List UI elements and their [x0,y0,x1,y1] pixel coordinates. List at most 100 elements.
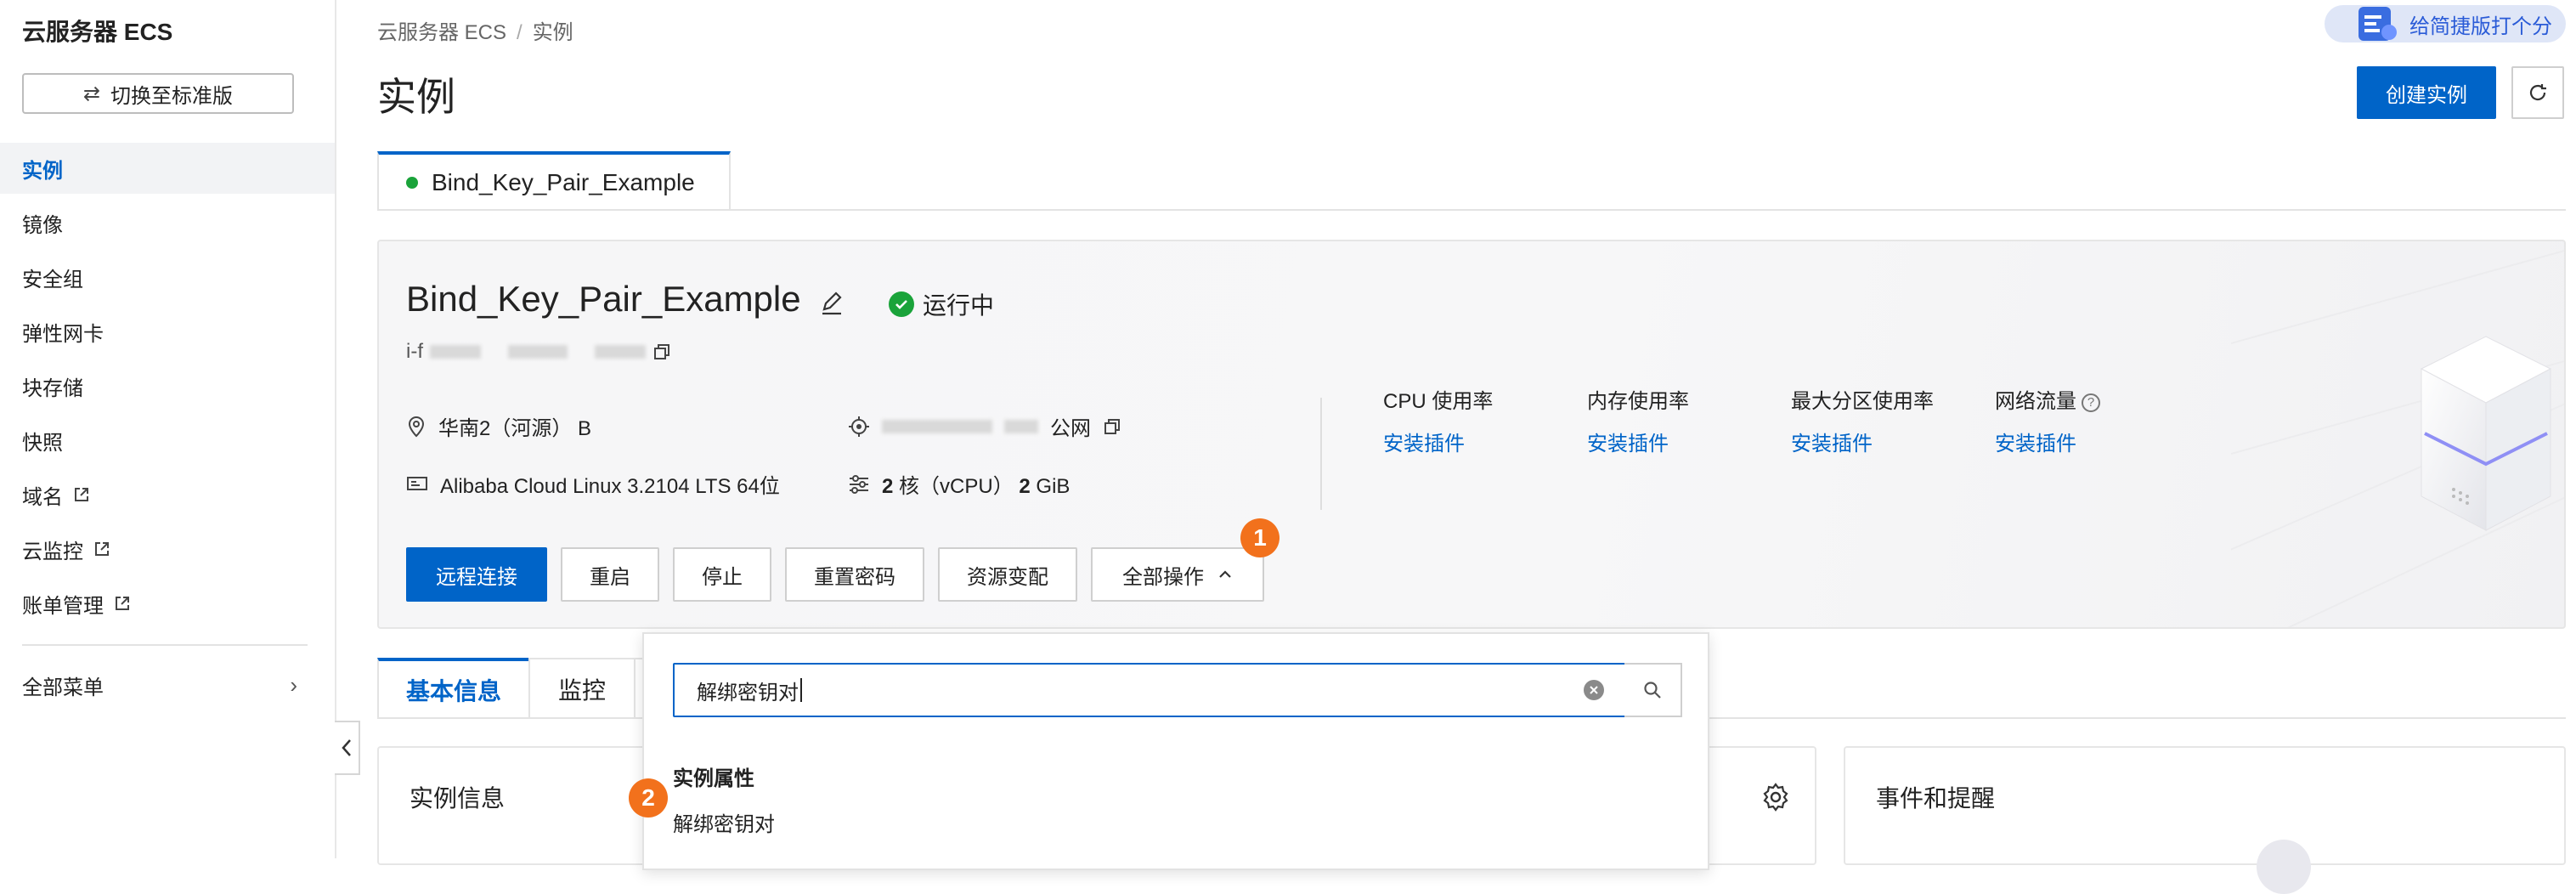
unbind-keypair-option[interactable]: 解绑密钥对 [673,807,775,837]
swap-icon: ⇄ [82,82,101,105]
region-info: 华南2（河源） B [406,411,591,441]
metric-network-text: 网络流量 [1995,390,2076,413]
target-icon [849,416,869,437]
external-link-icon [95,542,109,556]
clear-icon[interactable] [1584,680,1604,700]
spec-core-unit: 核（vCPU） [899,475,1014,498]
metric-cpu-label: CPU 使用率 [1383,390,1494,413]
sidebar-item-label: 实例 [22,159,63,183]
empty-state-icon [2257,840,2311,894]
resize-button[interactable]: 资源变配 [938,547,1077,602]
sidebar-divider [22,644,308,646]
operation-search-input[interactable]: 解绑密钥对 [673,663,1626,717]
refresh-button[interactable] [2511,66,2564,119]
breadcrumb-item-ecs[interactable]: 云服务器 ECS [377,21,506,44]
switch-edition-label: 切换至标准版 [110,84,234,108]
sidebar-item-block-storage[interactable]: 块存储 [0,360,335,411]
all-operations-button[interactable]: 全部操作 [1091,547,1264,602]
sidebar-item-domain[interactable]: 域名 [0,469,335,520]
operation-search-value: 解绑密钥对 [697,681,799,704]
sidebar-item-label: 账单管理 [22,594,104,618]
sidebar-item-label: 安全组 [22,268,83,291]
sidebar-collapse-button[interactable] [335,721,360,775]
spec-memory: 2 [1019,475,1031,498]
tab-basic-info[interactable]: 基本信息 [377,658,530,719]
sidebar-item-eni[interactable]: 弹性网卡 [0,306,335,357]
metric-partition-label: 最大分区使用率 [1791,390,1934,413]
instance-card: Bind_Key_Pair_Example 运行中 i-f 华南2（河源） B … [377,240,2566,629]
os-info: Alibaba Cloud Linux 3.2104 LTS 64位 [406,469,780,499]
install-plugin-memory-link[interactable]: 安装插件 [1587,427,1669,456]
search-button[interactable] [1624,663,1682,717]
server-illustration-icon [2231,250,2564,627]
chevron-up-icon [1219,570,1231,578]
ip-info: 公网 [848,411,1121,441]
spec-memory-unit: GiB [1036,475,1071,498]
operations-dropdown: 解绑密钥对 实例属性 解绑密钥对 [642,632,1709,870]
status-badge: 运行中 [889,287,994,321]
os-image-icon [407,476,427,490]
sidebar-item-label: 全部菜单 [22,676,104,699]
chevron-left-icon [342,739,351,756]
redacted-text [1004,419,1038,433]
text-caret [800,678,802,702]
tab-instance[interactable]: Bind_Key_Pair_Example [377,151,731,211]
sidebar-item-label: 云监控 [22,540,83,563]
feedback-label: 给简捷版打个分 [2409,14,2552,38]
create-instance-button[interactable]: 创建实例 [2357,66,2496,119]
external-link-icon [116,597,129,610]
stop-button[interactable]: 停止 [673,547,771,602]
help-icon[interactable]: ? [2082,393,2100,412]
sliders-icon [850,474,868,494]
tab-instance-label: Bind_Key_Pair_Example [432,169,695,195]
page-title: 实例 [377,75,455,119]
step-badge-1: 1 [1240,518,1280,557]
tab-divider [377,209,2566,211]
spec-cores: 2 [882,475,894,498]
redacted-text [595,345,646,359]
sidebar-item-label: 弹性网卡 [22,322,104,346]
breadcrumb: 云服务器 ECS / 实例 [377,21,573,44]
location-pin-icon [408,416,425,437]
status-label: 运行中 [923,292,995,319]
instance-id: i-f [406,340,671,364]
sidebar-item-instances[interactable]: 实例 [0,143,335,194]
edit-icon[interactable] [819,291,845,316]
reset-password-button[interactable]: 重置密码 [785,547,924,602]
instance-name: Bind_Key_Pair_Example [406,279,801,319]
copy-icon[interactable] [652,342,671,361]
sidebar-item-images[interactable]: 镜像 [0,197,335,248]
sidebar-item-snapshots[interactable]: 快照 [0,415,335,466]
sidebar-item-label: 块存储 [22,376,83,400]
install-plugin-cpu-link[interactable]: 安装插件 [1383,427,1465,456]
os-label: Alibaba Cloud Linux 3.2104 LTS 64位 [440,475,780,498]
refresh-icon [2529,84,2546,101]
switch-edition-button[interactable]: ⇄ 切换至标准版 [22,73,294,114]
remote-connect-button[interactable]: 远程连接 [406,547,547,602]
sidebar-item-billing[interactable]: 账单管理 [0,578,335,629]
sidebar-item-label: 镜像 [22,213,63,237]
chevron-right-icon: › [290,671,297,698]
instance-id-prefix: i-f [406,340,423,363]
sidebar-item-cloud-monitor[interactable]: 云监控 [0,523,335,574]
feedback-button[interactable]: 给简捷版打个分 [2325,5,2566,42]
install-plugin-network-link[interactable]: 安装插件 [1995,427,2076,456]
check-circle-icon [889,291,914,317]
feedback-icon [2359,7,2397,41]
restart-button[interactable]: 重启 [561,547,659,602]
step-badge-2: 2 [629,778,668,818]
external-link-icon [75,488,88,501]
sidebar-item-label: 域名 [22,485,63,509]
tab-monitor[interactable]: 监控 [528,658,636,719]
running-dot-icon [406,177,418,189]
sidebar: 云服务器 ECS ⇄ 切换至标准版 实例 镜像 安全组 弹性网卡 块存储 快照 … [0,0,336,858]
metric-network-label: 网络流量? [1995,384,2100,414]
gear-icon[interactable] [1760,782,1791,812]
sidebar-item-security-groups[interactable]: 安全组 [0,252,335,303]
install-plugin-partition-link[interactable]: 安装插件 [1791,427,1873,456]
copy-icon[interactable] [1103,417,1121,436]
redacted-text [430,345,481,359]
instance-info-title: 实例信息 [410,785,506,812]
metric-memory-label: 内存使用率 [1587,390,1689,413]
sidebar-item-all-menu[interactable]: 全部菜单 › [0,659,335,710]
